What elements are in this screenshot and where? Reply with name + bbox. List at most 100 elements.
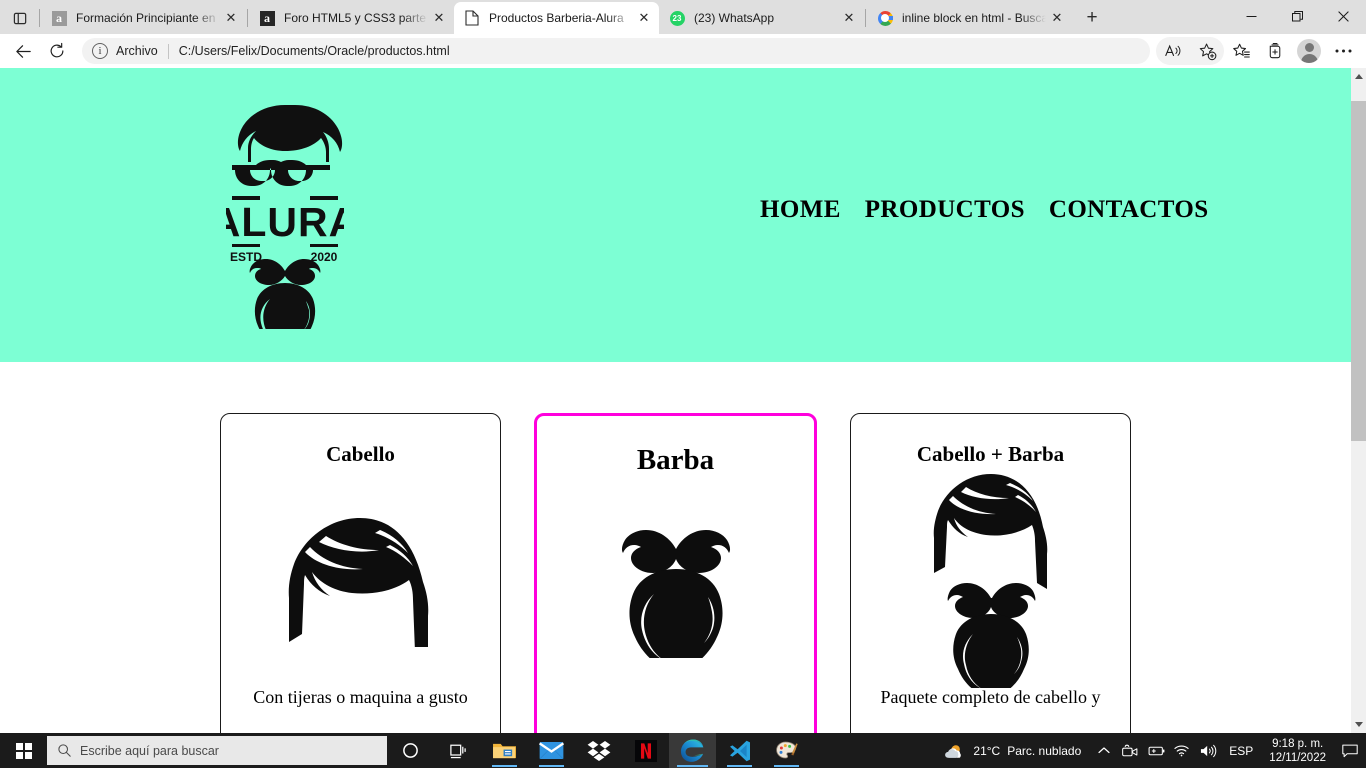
taskbar-search-box[interactable]: Escribe aquí para buscar [47, 736, 387, 765]
product-card-cabello-barba[interactable]: Cabello + Barba Paquete completo de cabe… [850, 413, 1131, 733]
tab-title: (23) WhatsApp [694, 11, 775, 25]
tab-productos-barberia-alura[interactable]: Productos Barberia-Alura ✕ [454, 2, 659, 34]
scrollbar-up-button[interactable] [1351, 68, 1366, 85]
taskbar-app-dropbox[interactable] [575, 733, 622, 768]
product-card-barba[interactable]: Barba [534, 413, 817, 733]
nav-item-home[interactable]: HOME [760, 196, 841, 224]
scrollbar-thumb[interactable] [1351, 101, 1366, 441]
tab-google-search[interactable]: inline block en html - Buscar c ✕ [867, 2, 1072, 34]
windows-start-button[interactable] [0, 733, 47, 768]
show-hidden-icons-button[interactable] [1091, 733, 1117, 768]
tab-formacion-principiante[interactable]: a Formación Principiante en Pro ✕ [41, 2, 246, 34]
taskbar-app-visual-studio-code[interactable] [716, 733, 763, 768]
add-favorite-icon[interactable] [1190, 37, 1224, 65]
refresh-button[interactable] [40, 36, 74, 66]
new-tab-button[interactable]: + [1076, 3, 1108, 33]
language-indicator[interactable]: ESP [1221, 744, 1261, 758]
tab-search-icon[interactable] [2, 2, 38, 34]
system-tray: 21°C Parc. nublado ESP 9:18 p. m. 12/11/… [938, 733, 1366, 768]
scrollbar-down-button[interactable] [1351, 716, 1366, 733]
volume-icon [1200, 744, 1217, 757]
taskbar-app-netflix[interactable] [622, 733, 669, 768]
volume-button[interactable] [1195, 733, 1221, 768]
browser-window: a Formación Principiante en Pro ✕ a Foro… [0, 0, 1366, 733]
tab-title: Formación Principiante en Pro [76, 11, 220, 25]
restore-button[interactable] [1274, 0, 1320, 32]
weather-widget[interactable]: 21°C Parc. nublado [938, 742, 1091, 760]
notifications-button[interactable] [1334, 733, 1366, 768]
chevron-up-icon [1354, 74, 1363, 79]
clock[interactable]: 9:18 p. m. 12/11/2022 [1261, 737, 1334, 765]
battery-button[interactable] [1143, 733, 1169, 768]
network-button[interactable] [1169, 733, 1195, 768]
tab-close-icon[interactable]: ✕ [838, 7, 860, 29]
add-favorite-glyph [1199, 43, 1216, 60]
page-scrollbar[interactable] [1351, 68, 1366, 733]
tab-title: Productos Barberia-Alura [489, 11, 624, 25]
profile-avatar-icon [1297, 39, 1321, 63]
tab-title: Foro HTML5 y CSS3 parte 2: P [284, 11, 428, 25]
alura-barberia-logo: ALURA ESTD 2020 [225, 100, 345, 330]
products-section: Cabello Con tijeras o maquina a gusto Ba… [0, 362, 1351, 733]
omnibox-actions [1156, 37, 1224, 65]
vscode-icon [729, 740, 750, 761]
tab-whatsapp[interactable]: 23 (23) WhatsApp ✕ [659, 2, 864, 34]
back-button[interactable] [6, 36, 40, 66]
tab-close-icon[interactable]: ✕ [1046, 7, 1068, 29]
alura-favicon: a [259, 10, 275, 26]
address-input[interactable]: i Archivo C:/Users/Felix/Documents/Oracl… [82, 38, 1150, 64]
read-aloud-icon[interactable] [1156, 37, 1190, 65]
clock-time: 9:18 p. m. [1272, 737, 1324, 750]
cortana-icon [403, 743, 418, 758]
chevron-down-icon [1354, 722, 1363, 727]
taskbar-app-microsoft-edge[interactable] [669, 733, 716, 768]
taskbar-app-mail[interactable] [528, 733, 575, 768]
taskbar-app-file-explorer[interactable] [481, 733, 528, 768]
tab-strip-divider-0 [39, 9, 40, 27]
window-controls [1228, 0, 1366, 32]
card-description: Paquete completo de cabello y [880, 687, 1101, 707]
more-options-button[interactable] [1326, 37, 1360, 65]
svg-text:ALURA: ALURA [226, 199, 344, 245]
tab-close-icon[interactable]: ✕ [633, 7, 655, 29]
profile-button[interactable] [1292, 37, 1326, 65]
meet-now-button[interactable] [1117, 733, 1143, 768]
minimize-icon [1246, 15, 1256, 17]
edge-icon [680, 739, 704, 762]
google-favicon-glyph [877, 10, 893, 26]
tab-foro-html5-css3[interactable]: a Foro HTML5 y CSS3 parte 2: P ✕ [249, 2, 454, 34]
tab-strip: a Formación Principiante en Pro ✕ a Foro… [0, 0, 1366, 34]
site-header: ALURA ESTD 2020 [0, 68, 1351, 362]
tab-close-icon[interactable]: ✕ [428, 7, 450, 29]
close-window-button[interactable] [1320, 0, 1366, 32]
omnibox-divider [167, 43, 169, 59]
file-explorer-icon [493, 743, 516, 759]
nav-item-contactos[interactable]: CONTACTOS [1049, 196, 1209, 224]
notifications-icon [1342, 744, 1358, 757]
collections-button[interactable] [1258, 37, 1292, 65]
page-content: ALURA ESTD 2020 [0, 68, 1351, 733]
tab-close-icon[interactable]: ✕ [220, 7, 242, 29]
favorites-button[interactable] [1224, 37, 1258, 65]
minimize-button[interactable] [1228, 0, 1274, 32]
favorites-list-icon [1232, 43, 1250, 58]
site-info-icon[interactable]: i [92, 43, 108, 59]
collections-icon [1269, 42, 1280, 58]
beard-icon [620, 493, 732, 677]
wifi-icon [1174, 745, 1189, 757]
product-card-cabello[interactable]: Cabello Con tijeras o maquina a gusto [220, 413, 501, 733]
tab-strip-divider-2 [865, 9, 866, 27]
taskbar: Escribe aquí para buscar 21°C Parc. nubl… [0, 733, 1366, 768]
task-view-button[interactable] [434, 733, 481, 768]
alura-logo-svg: ALURA ESTD 2020 [226, 105, 344, 329]
cortana-button[interactable] [387, 733, 434, 768]
weather-description: Parc. nublado [1007, 743, 1082, 758]
dropbox-icon [587, 740, 610, 761]
card-title: Barba [636, 444, 715, 476]
alura-favicon: a [51, 10, 67, 26]
taskbar-app-paint[interactable] [763, 733, 810, 768]
nav-item-productos[interactable]: PRODUCTOS [865, 196, 1025, 224]
close-icon [1337, 10, 1349, 22]
alura-favicon-letter: a [259, 10, 275, 26]
hair-icon [280, 487, 442, 671]
